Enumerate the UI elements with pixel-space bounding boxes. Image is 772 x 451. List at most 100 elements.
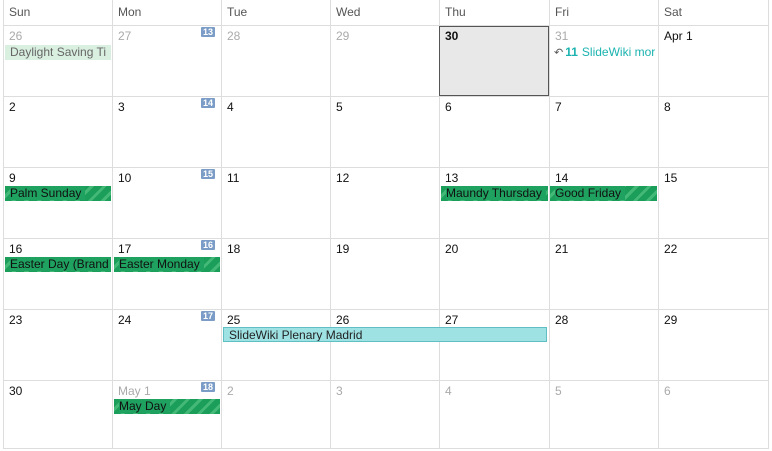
day-number: 14 xyxy=(555,171,569,185)
day-cell[interactable]: 24 17 xyxy=(112,310,221,380)
weekday-sat: Sat xyxy=(658,0,769,25)
day-number: 16 xyxy=(9,242,23,256)
day-cell[interactable]: 21 xyxy=(549,239,658,309)
day-number: 3 xyxy=(336,384,343,398)
day-number: 5 xyxy=(555,384,562,398)
day-cell[interactable]: May 1 18 xyxy=(112,381,221,449)
day-cell[interactable]: 3 14 xyxy=(112,97,221,167)
week-row: 2 3 14 4 5 6 7 8 xyxy=(3,97,769,168)
day-cell[interactable]: 27 13 xyxy=(112,26,221,96)
event-maundy-thursday[interactable]: Maundy Thursday xyxy=(441,186,548,201)
day-cell[interactable]: 15 xyxy=(658,168,769,238)
day-cell[interactable]: 12 xyxy=(330,168,439,238)
weekday-thu: Thu xyxy=(439,0,549,25)
event-title: SlideWiki Plenary Madrid xyxy=(229,328,363,342)
week-row: 16 17 16 18 19 20 21 22 Easter Day (Brand… xyxy=(3,239,769,310)
day-cell[interactable]: 29 xyxy=(658,310,769,380)
day-number: 4 xyxy=(445,384,452,398)
day-cell[interactable]: 28 xyxy=(221,26,330,96)
week-row: 23 24 17 25 26 27 28 29 SlideWiki Plenary… xyxy=(3,310,769,381)
week-number-badge[interactable]: 16 xyxy=(200,240,215,250)
event-easter-monday[interactable]: Easter Monday xyxy=(114,257,220,272)
day-number: Apr 1 xyxy=(664,29,693,43)
day-cell[interactable]: 4 xyxy=(439,381,549,449)
day-cell[interactable]: 3 xyxy=(330,381,439,449)
event-easter-day[interactable]: Easter Day (Brand xyxy=(5,257,111,272)
day-number: 6 xyxy=(664,384,671,398)
day-cell[interactable]: 2 xyxy=(221,381,330,449)
day-number: 27 xyxy=(118,29,132,43)
today-cell[interactable]: 30 xyxy=(439,26,549,96)
day-number: 17 xyxy=(118,242,132,256)
day-number: 26 xyxy=(9,29,23,43)
day-cell[interactable]: 10 15 xyxy=(112,168,221,238)
event-daylight-saving[interactable]: Daylight Saving Ti xyxy=(5,45,111,60)
day-cell[interactable]: 31 xyxy=(549,26,658,96)
day-number: 7 xyxy=(555,100,562,114)
day-cell[interactable]: 26 xyxy=(330,310,439,380)
day-cell[interactable]: 27 xyxy=(439,310,549,380)
day-number: 12 xyxy=(336,171,350,185)
day-cell[interactable]: 19 xyxy=(330,239,439,309)
event-palm-sunday[interactable]: Palm Sunday xyxy=(5,186,111,201)
day-number: 18 xyxy=(227,242,241,256)
event-slidewiki-more[interactable]: ↶ 11 SlideWiki mor xyxy=(550,45,657,60)
day-cell[interactable]: 26 xyxy=(3,26,112,96)
day-number: 13 xyxy=(445,171,459,185)
day-number: 8 xyxy=(664,100,671,114)
day-cell[interactable]: 22 xyxy=(658,239,769,309)
day-cell[interactable]: 14 xyxy=(549,168,658,238)
week-number-badge[interactable]: 14 xyxy=(200,98,215,108)
day-cell[interactable]: 18 xyxy=(221,239,330,309)
month-grid: 26 27 13 28 29 30 31 Apr 1 Daylight Savin… xyxy=(3,25,769,449)
event-title: Easter Day (Brand xyxy=(10,257,111,271)
event-slidewiki-plenary[interactable]: SlideWiki Plenary Madrid xyxy=(223,327,547,342)
day-cell[interactable]: 20 xyxy=(439,239,549,309)
day-cell[interactable]: 5 xyxy=(330,97,439,167)
day-cell[interactable]: 29 xyxy=(330,26,439,96)
day-number: 26 xyxy=(336,313,350,327)
weekday-header: Sun Mon Tue Wed Thu Fri Sat xyxy=(3,0,769,25)
day-number: 27 xyxy=(445,313,459,327)
event-good-friday[interactable]: Good Friday xyxy=(550,186,657,201)
day-number: 29 xyxy=(664,313,678,327)
week-number-badge[interactable]: 15 xyxy=(200,169,215,179)
day-cell[interactable]: 9 xyxy=(3,168,112,238)
day-number: 5 xyxy=(336,100,343,114)
day-cell[interactable]: 28 xyxy=(549,310,658,380)
day-cell[interactable]: 25 xyxy=(221,310,330,380)
weekday-tue: Tue xyxy=(221,0,330,25)
event-title: Maundy Thursday xyxy=(446,186,546,200)
day-cell[interactable]: 7 xyxy=(549,97,658,167)
event-title: Palm Sunday xyxy=(10,186,86,200)
day-cell[interactable]: 17 16 xyxy=(112,239,221,309)
day-cell[interactable]: 30 xyxy=(3,381,112,449)
day-cell[interactable]: 6 xyxy=(658,381,769,449)
day-number: 2 xyxy=(9,100,16,114)
day-number: 24 xyxy=(118,313,132,327)
event-may-day[interactable]: May Day xyxy=(114,399,220,414)
weekday-fri: Fri xyxy=(549,0,658,25)
day-number: May 1 xyxy=(118,384,151,398)
day-cell[interactable]: 4 xyxy=(221,97,330,167)
week-number-badge[interactable]: 18 xyxy=(200,382,215,392)
day-cell[interactable]: 2 xyxy=(3,97,112,167)
day-number: 4 xyxy=(227,100,234,114)
event-count: 11 xyxy=(565,45,578,59)
week-number-badge[interactable]: 17 xyxy=(200,311,215,321)
day-cell[interactable]: 6 xyxy=(439,97,549,167)
day-cell[interactable]: Apr 1 xyxy=(658,26,769,96)
day-cell[interactable]: 16 xyxy=(3,239,112,309)
day-cell[interactable]: 11 xyxy=(221,168,330,238)
week-number-badge[interactable]: 13 xyxy=(200,27,215,37)
day-cell[interactable]: 5 xyxy=(549,381,658,449)
day-number: 21 xyxy=(555,242,569,256)
event-title: May Day xyxy=(119,399,171,413)
event-title: Easter Monday xyxy=(119,257,204,271)
day-number: 6 xyxy=(445,100,452,114)
day-cell[interactable]: 23 xyxy=(3,310,112,380)
weekday-mon: Mon xyxy=(112,0,221,25)
day-number: 2 xyxy=(227,384,234,398)
day-cell[interactable]: 8 xyxy=(658,97,769,167)
day-cell[interactable]: 13 xyxy=(439,168,549,238)
